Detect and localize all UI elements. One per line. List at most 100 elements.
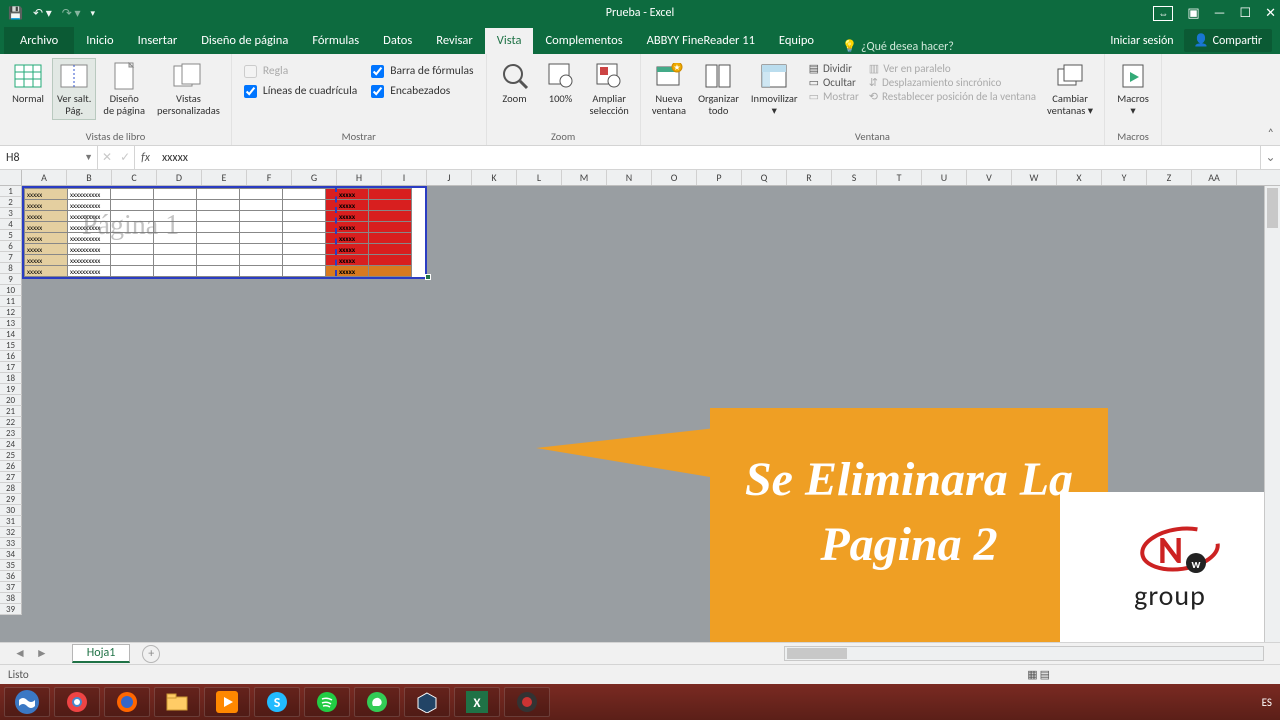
- freeze-panes-button[interactable]: Inmovilizar▾: [746, 58, 803, 120]
- macros-button[interactable]: Macros▾: [1111, 58, 1155, 120]
- zoom-button[interactable]: Zoom: [493, 58, 537, 108]
- taskbar-media[interactable]: [204, 687, 250, 717]
- tab-page-layout[interactable]: Diseño de página: [189, 28, 300, 54]
- row-header[interactable]: 3: [0, 208, 22, 219]
- qat-more-icon[interactable]: ▾: [91, 8, 96, 19]
- display-mode-icon[interactable]: ⇔: [1153, 6, 1173, 21]
- tab-view[interactable]: Vista: [485, 28, 534, 54]
- tab-team[interactable]: Equipo: [767, 28, 826, 54]
- col-header[interactable]: O: [652, 170, 697, 185]
- add-sheet-button[interactable]: +: [142, 645, 160, 663]
- row-header[interactable]: 16: [0, 351, 22, 362]
- row-header[interactable]: 5: [0, 230, 22, 241]
- split-button[interactable]: ▤Dividir: [809, 62, 859, 75]
- col-header[interactable]: K: [472, 170, 517, 185]
- enter-formula-icon[interactable]: ✓: [120, 150, 130, 165]
- sheet-tab-hoja1[interactable]: Hoja1: [72, 644, 131, 663]
- row-header[interactable]: 15: [0, 340, 22, 351]
- tab-home[interactable]: Inicio: [74, 28, 125, 54]
- col-header[interactable]: R: [787, 170, 832, 185]
- col-header[interactable]: Z: [1147, 170, 1192, 185]
- row-header[interactable]: 8: [0, 263, 22, 274]
- gridlines-checkbox[interactable]: Líneas de cuadrícula: [244, 84, 357, 98]
- expand-formula-icon[interactable]: ⌄: [1260, 146, 1280, 169]
- col-header[interactable]: U: [922, 170, 967, 185]
- tab-addins[interactable]: Complementos: [533, 28, 634, 54]
- row-header[interactable]: 26: [0, 461, 22, 472]
- col-header[interactable]: S: [832, 170, 877, 185]
- headings-checkbox[interactable]: Encabezados: [371, 84, 473, 98]
- row-header[interactable]: 21: [0, 406, 22, 417]
- row-header[interactable]: 32: [0, 527, 22, 538]
- col-header[interactable]: C: [112, 170, 157, 185]
- row-header[interactable]: 18: [0, 373, 22, 384]
- row-header[interactable]: 9: [0, 274, 22, 285]
- row-header[interactable]: 30: [0, 505, 22, 516]
- col-header[interactable]: D: [157, 170, 202, 185]
- col-header[interactable]: V: [967, 170, 1012, 185]
- taskbar-chrome[interactable]: [54, 687, 100, 717]
- collapse-ribbon-icon[interactable]: ˄: [1268, 127, 1274, 141]
- range-handle[interactable]: [425, 274, 431, 280]
- row-header[interactable]: 36: [0, 571, 22, 582]
- minimize-icon[interactable]: —: [1214, 6, 1226, 21]
- taskbar-recorder[interactable]: [504, 687, 550, 717]
- arrange-all-button[interactable]: Organizar todo: [693, 58, 744, 120]
- hide-button[interactable]: ▭Ocultar: [809, 76, 859, 89]
- row-header[interactable]: 31: [0, 516, 22, 527]
- taskbar-firefox[interactable]: [104, 687, 150, 717]
- taskbar-excel[interactable]: X: [454, 687, 500, 717]
- col-header[interactable]: J: [427, 170, 472, 185]
- tab-insert[interactable]: Insertar: [126, 28, 190, 54]
- row-header[interactable]: 27: [0, 472, 22, 483]
- taskbar-spotify[interactable]: [304, 687, 350, 717]
- row-header[interactable]: 23: [0, 428, 22, 439]
- ruler-checkbox[interactable]: Regla: [244, 64, 357, 78]
- undo-icon[interactable]: ↶ ▾: [33, 6, 52, 21]
- switch-windows-button[interactable]: Cambiar ventanas ▾: [1042, 58, 1098, 120]
- row-header[interactable]: 2: [0, 197, 22, 208]
- col-header[interactable]: P: [697, 170, 742, 185]
- new-window-button[interactable]: ★Nueva ventana: [647, 58, 691, 120]
- row-header[interactable]: 20: [0, 395, 22, 406]
- col-header[interactable]: G: [292, 170, 337, 185]
- row-header[interactable]: 11: [0, 296, 22, 307]
- col-header[interactable]: M: [562, 170, 607, 185]
- fx-icon[interactable]: fx: [135, 146, 156, 169]
- ribbon-options-icon[interactable]: ▣: [1187, 6, 1199, 21]
- row-header[interactable]: 4: [0, 219, 22, 230]
- col-header[interactable]: F: [247, 170, 292, 185]
- redo-icon[interactable]: ↷ ▾: [62, 6, 81, 21]
- row-header[interactable]: 12: [0, 307, 22, 318]
- name-box[interactable]: H8▼: [0, 146, 98, 169]
- custom-views-button[interactable]: Vistas personalizadas: [152, 58, 225, 120]
- share-button[interactable]: 👤 Compartir: [1184, 29, 1272, 52]
- horizontal-scrollbar[interactable]: [784, 646, 1264, 661]
- unhide-button[interactable]: ▭Mostrar: [809, 90, 859, 103]
- row-header[interactable]: 25: [0, 450, 22, 461]
- formula-input[interactable]: xxxxx: [156, 146, 1260, 169]
- col-header[interactable]: H: [337, 170, 382, 185]
- col-header[interactable]: Q: [742, 170, 787, 185]
- row-header[interactable]: 37: [0, 582, 22, 593]
- tab-file[interactable]: Archivo: [4, 27, 74, 54]
- col-header[interactable]: Y: [1102, 170, 1147, 185]
- tab-formulas[interactable]: Fórmulas: [300, 28, 371, 54]
- tab-abbyy[interactable]: ABBYY FineReader 11: [635, 28, 767, 54]
- row-header[interactable]: 10: [0, 285, 22, 296]
- page-layout-button[interactable]: Diseño de página: [98, 58, 150, 120]
- col-header[interactable]: N: [607, 170, 652, 185]
- row-header[interactable]: 1: [0, 186, 22, 197]
- col-header[interactable]: X: [1057, 170, 1102, 185]
- tell-me[interactable]: 💡 ¿Qué desea hacer?: [826, 39, 954, 54]
- view-pagelayout-icon[interactable]: ▤: [1040, 668, 1050, 681]
- formula-bar-checkbox[interactable]: Barra de fórmulas: [371, 64, 473, 78]
- col-header[interactable]: W: [1012, 170, 1057, 185]
- zoom-selection-button[interactable]: Ampliar selección: [585, 58, 634, 120]
- view-normal-icon[interactable]: ▦: [1027, 668, 1037, 681]
- col-header[interactable]: E: [202, 170, 247, 185]
- start-button[interactable]: [4, 687, 50, 717]
- col-header[interactable]: B: [67, 170, 112, 185]
- taskbar-explorer[interactable]: [154, 687, 200, 717]
- taskbar-language[interactable]: ES: [1262, 696, 1272, 709]
